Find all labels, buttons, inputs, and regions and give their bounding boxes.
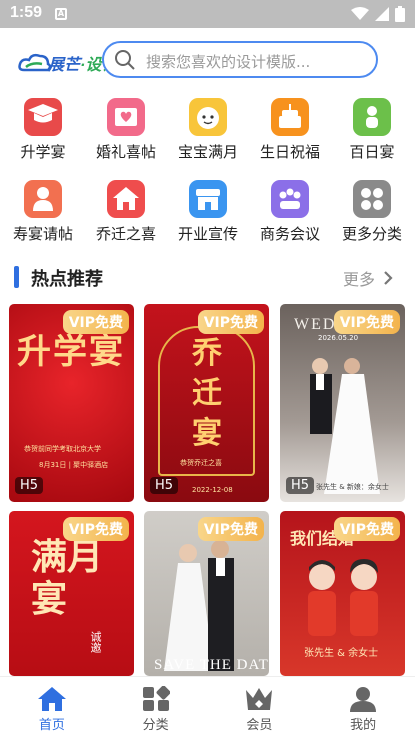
more-label: 更多 bbox=[342, 270, 375, 289]
vip-badge: VIP免费 bbox=[333, 517, 400, 541]
search-placeholder: 搜索您喜欢的设计模版... bbox=[146, 53, 311, 71]
nav-member-label: 会员 bbox=[246, 718, 273, 733]
template-card[interactable]: 升学宴 恭贺前同学考取北京大学 8月31日 | 聚中驿酒店 VIP免费 H5 bbox=[9, 304, 134, 502]
template-card[interactable]: WEDDING 2026.05.20 张先生 & 新娘：余女士 VIP免费 H5 bbox=[280, 304, 405, 502]
store-icon bbox=[189, 180, 227, 218]
h5-badge: H5 bbox=[150, 477, 179, 494]
section-title: 热点推荐 bbox=[31, 269, 103, 290]
card-title: 乔迁宴 bbox=[192, 336, 222, 451]
category-label: 寿宴请帖 bbox=[12, 225, 73, 243]
category-item[interactable]: 百日宴 bbox=[337, 98, 407, 162]
vip-badge: VIP免费 bbox=[197, 517, 264, 541]
status-bar: 1:59 A bbox=[0, 0, 415, 28]
h5-badge: H5 bbox=[15, 477, 44, 494]
section-accent-bar bbox=[14, 266, 19, 288]
meeting-icon bbox=[271, 180, 309, 218]
template-card[interactable]: 我们结婚 张先生 & 余女士 VIP免费 bbox=[280, 511, 405, 676]
category-label: 开业宣传 bbox=[177, 225, 238, 243]
baby-face-icon bbox=[189, 98, 227, 136]
category-item[interactable]: 宝宝满月 bbox=[173, 98, 243, 162]
template-card[interactable]: 满月宴 诚邀 VIP免费 bbox=[9, 511, 134, 676]
category-item[interactable]: 乔迁之喜 bbox=[91, 180, 161, 244]
house-icon bbox=[107, 180, 145, 218]
card-title: 升学宴 bbox=[17, 332, 125, 372]
wifi-icon bbox=[351, 7, 369, 20]
nav-category[interactable]: 分类 bbox=[104, 677, 208, 739]
wedding-card-icon bbox=[107, 98, 145, 136]
category-label: 生日祝福 bbox=[259, 143, 320, 161]
category-item[interactable]: 开业宣传 bbox=[173, 180, 243, 244]
h5-badge: H5 bbox=[286, 477, 315, 494]
category-label: 婚礼喜帖 bbox=[95, 143, 156, 161]
category-label: 乔迁之喜 bbox=[95, 225, 156, 243]
card-subtitle: 恭贺前同学考取北京大学 bbox=[24, 445, 101, 453]
category-item[interactable]: 生日祝福 bbox=[255, 98, 325, 162]
vip-badge: VIP免费 bbox=[333, 310, 400, 334]
app-logo: 展芒·设计 bbox=[18, 50, 117, 74]
logo-text-main: 展芒 bbox=[48, 57, 81, 74]
header: 展芒·设计 搜索您喜欢的设计模版... bbox=[0, 28, 415, 92]
template-card[interactable]: SAVE THE DATE VIP免费 bbox=[144, 511, 269, 676]
category-label: 百日宴 bbox=[349, 143, 395, 161]
nav-category-label: 分类 bbox=[142, 718, 169, 733]
wedding-couple-image bbox=[310, 358, 380, 494]
card-subtitle: 恭贺乔迁之喜 bbox=[180, 459, 222, 467]
vip-badge: VIP免费 bbox=[197, 310, 264, 334]
category-label: 更多分类 bbox=[341, 225, 402, 243]
category-item[interactable]: 商务会议 bbox=[255, 180, 325, 244]
chevron-right-icon bbox=[384, 271, 393, 285]
more-link[interactable]: 更多 bbox=[343, 266, 393, 290]
baby-icon bbox=[353, 98, 391, 136]
battery-icon bbox=[395, 6, 405, 22]
nav-home-label: 首页 bbox=[38, 718, 65, 733]
category-label: 宝宝满月 bbox=[177, 143, 238, 161]
grid-more-icon bbox=[353, 180, 391, 218]
nav-home[interactable]: 首页 bbox=[0, 677, 104, 739]
nav-profile-label: 我的 bbox=[350, 718, 377, 733]
search-icon bbox=[115, 50, 135, 70]
nav-profile[interactable]: 我的 bbox=[311, 677, 415, 739]
category-item[interactable]: 升学宴 bbox=[8, 98, 78, 162]
category-icon bbox=[142, 686, 170, 711]
category-item[interactable]: 寿宴请帖 bbox=[8, 180, 78, 244]
card-subtitle: 诚邀 bbox=[89, 631, 102, 653]
nav-member[interactable]: 会员 bbox=[208, 677, 312, 739]
search-input[interactable]: 搜索您喜欢的设计模版... bbox=[102, 41, 378, 78]
home-icon bbox=[37, 687, 66, 711]
status-time: 1:59 bbox=[10, 4, 43, 21]
notification-icon: A bbox=[55, 8, 67, 20]
category-label: 商务会议 bbox=[259, 225, 320, 243]
category-item[interactable]: 婚礼喜帖 bbox=[91, 98, 161, 162]
status-icons bbox=[351, 6, 405, 22]
user-icon bbox=[350, 687, 377, 712]
category-label: 升学宴 bbox=[20, 143, 66, 161]
card-subtitle: 张先生 & 新娘：余女士 bbox=[316, 483, 389, 491]
card-title: 满月宴 bbox=[31, 536, 104, 620]
wedding-couple-image bbox=[164, 540, 234, 671]
card-title: SAVE THE DATE bbox=[154, 657, 269, 673]
cloud-logo-icon bbox=[18, 53, 52, 72]
template-card[interactable]: 乔迁宴 恭贺乔迁之喜 2022-12-08 VIP免费 H5 bbox=[144, 304, 269, 502]
card-subtitle: 张先生 & 余女士 bbox=[304, 648, 379, 659]
vip-badge: VIP免费 bbox=[62, 517, 129, 541]
card-date: 2026.05.20 bbox=[318, 334, 359, 342]
category-item[interactable]: 更多分类 bbox=[337, 180, 407, 244]
signal-icon bbox=[375, 7, 389, 21]
couple-illustration bbox=[308, 559, 378, 636]
vip-badge: VIP免费 bbox=[62, 310, 129, 334]
graduation-cap-icon bbox=[24, 98, 62, 136]
bottom-nav: 首页 分类 会员 我的 bbox=[0, 676, 415, 739]
card-date: 8月31日 | 聚中驿酒店 bbox=[39, 461, 109, 469]
elder-icon bbox=[24, 180, 62, 218]
crown-icon bbox=[246, 688, 273, 710]
card-date: 2022-12-08 bbox=[192, 486, 233, 494]
cake-icon bbox=[271, 98, 309, 136]
